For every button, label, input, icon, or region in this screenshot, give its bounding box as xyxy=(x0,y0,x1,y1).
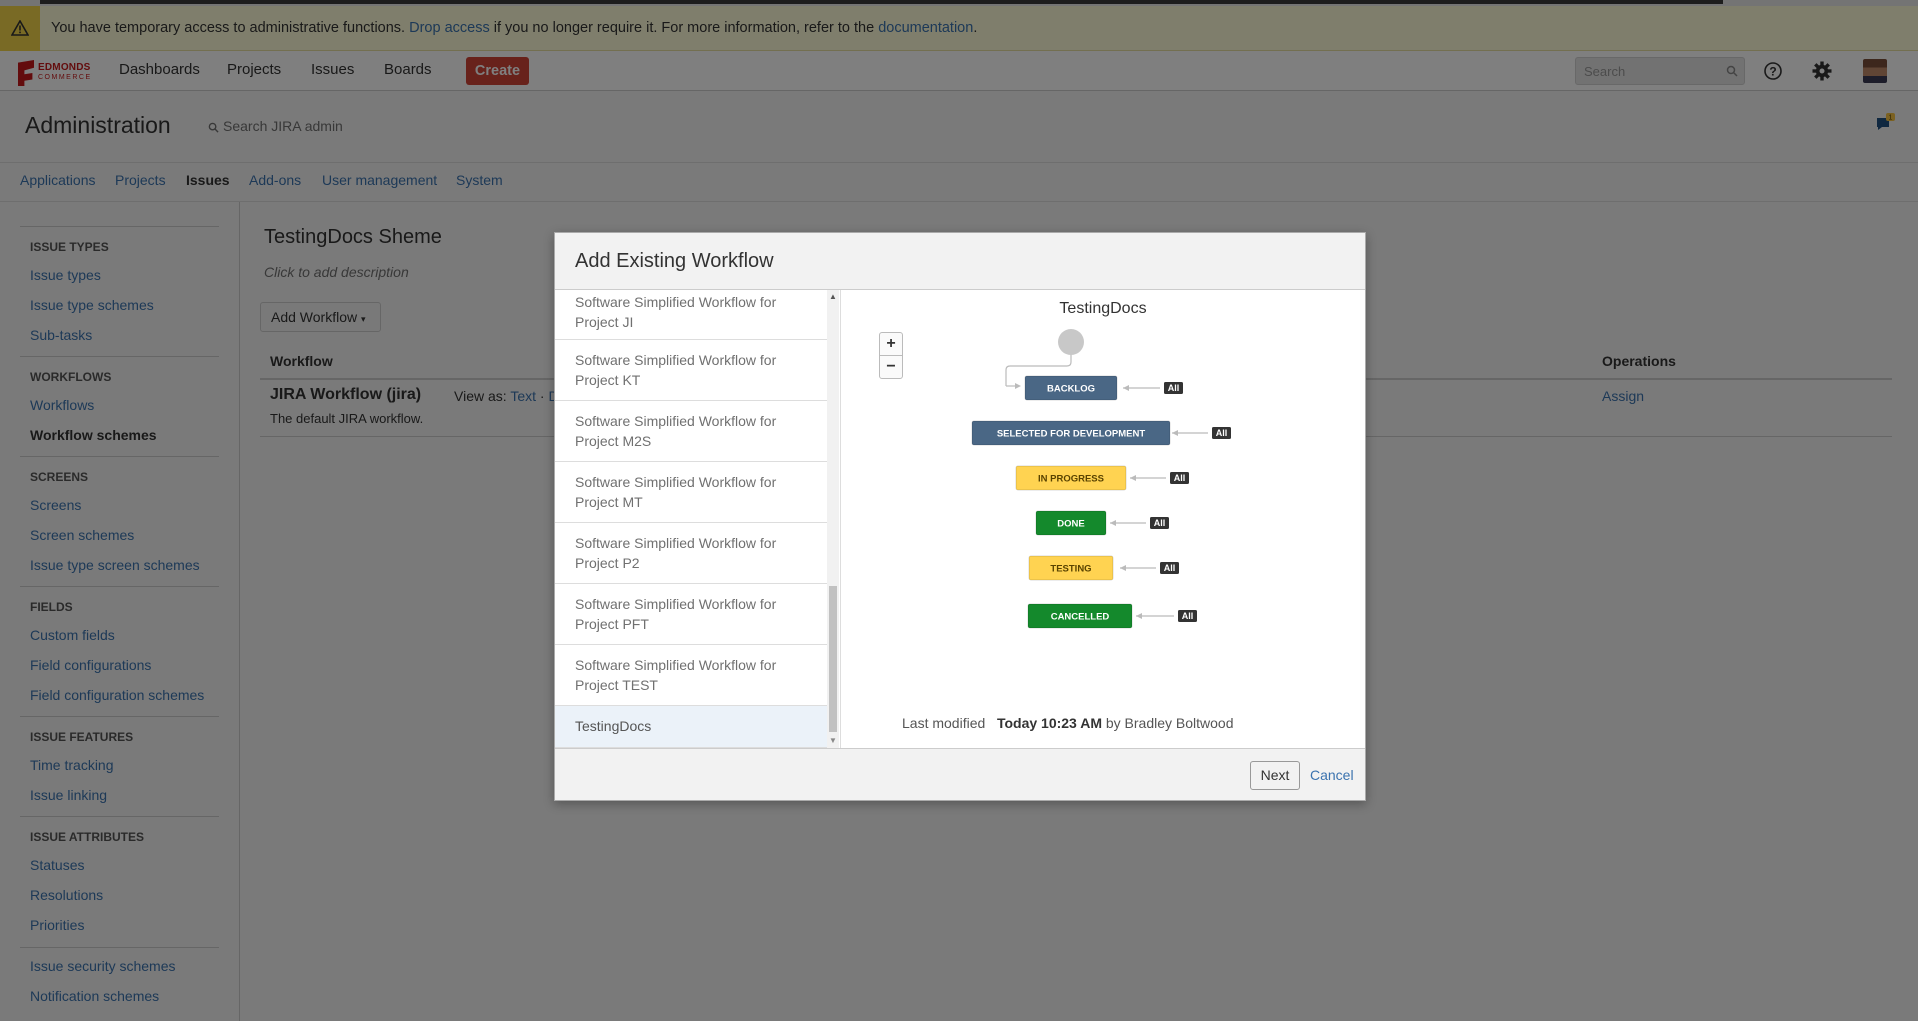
scroll-up-icon[interactable]: ▲ xyxy=(829,292,837,301)
workflow-preview: TestingDocs + − BACKLOG All SELECTED FOR… xyxy=(841,290,1365,748)
status-label: CANCELLED xyxy=(1051,612,1110,623)
workflow-list: Software Simplified Workflow for Project … xyxy=(555,290,841,748)
all-transition-label: All xyxy=(1174,473,1186,483)
status-label: DONE xyxy=(1057,519,1084,530)
status-label: SELECTED FOR DEVELOPMENT xyxy=(997,429,1146,440)
all-transition-label: All xyxy=(1154,518,1166,528)
start-node xyxy=(1058,329,1084,355)
all-transition-label: All xyxy=(1182,611,1194,621)
list-item[interactable]: Software Simplified Workflow for Project … xyxy=(555,290,827,340)
dialog-footer: Next Cancel xyxy=(555,748,1365,800)
status-label: BACKLOG xyxy=(1047,384,1095,395)
scrollbar-thumb[interactable] xyxy=(829,586,837,732)
next-button[interactable]: Next xyxy=(1250,761,1300,790)
list-item[interactable]: Software Simplified Workflow for Project … xyxy=(555,584,827,645)
list-item[interactable]: Software Simplified Workflow for Project … xyxy=(555,523,827,584)
list-item[interactable]: Software Simplified Workflow for Project … xyxy=(555,340,827,401)
list-item[interactable]: Software Simplified Workflow for Project … xyxy=(555,645,827,706)
status-label: IN PROGRESS xyxy=(1038,474,1104,485)
cancel-link[interactable]: Cancel xyxy=(1310,767,1354,783)
dialog-title: Add Existing Workflow xyxy=(575,250,774,272)
add-existing-workflow-dialog: Add Existing Workflow Software Simplifie… xyxy=(554,232,1366,801)
list-scrollbar[interactable]: ▲ ▼ xyxy=(827,290,839,748)
scroll-down-icon[interactable]: ▼ xyxy=(829,736,837,745)
workflow-diagram: BACKLOG All SELECTED FOR DEVELOPMENT All IN … xyxy=(971,329,1231,629)
status-node-testing: TESTING All xyxy=(1028,555,1179,581)
status-label: TESTING xyxy=(1050,564,1091,575)
list-item[interactable]: Software Simplified Workflow for Project … xyxy=(555,462,827,523)
last-modified: Last modified Today 10:23 AM by Bradley … xyxy=(902,715,1234,731)
all-transition-label: All xyxy=(1216,428,1228,438)
list-item-selected[interactable]: TestingDocs xyxy=(555,706,827,748)
all-transition-label: All xyxy=(1164,563,1176,573)
dialog-header: Add Existing Workflow xyxy=(555,233,1365,290)
all-transition-label: All xyxy=(1168,383,1180,393)
list-item[interactable]: Software Simplified Workflow for Project … xyxy=(555,401,827,462)
status-node-done: DONE All xyxy=(1035,510,1169,536)
